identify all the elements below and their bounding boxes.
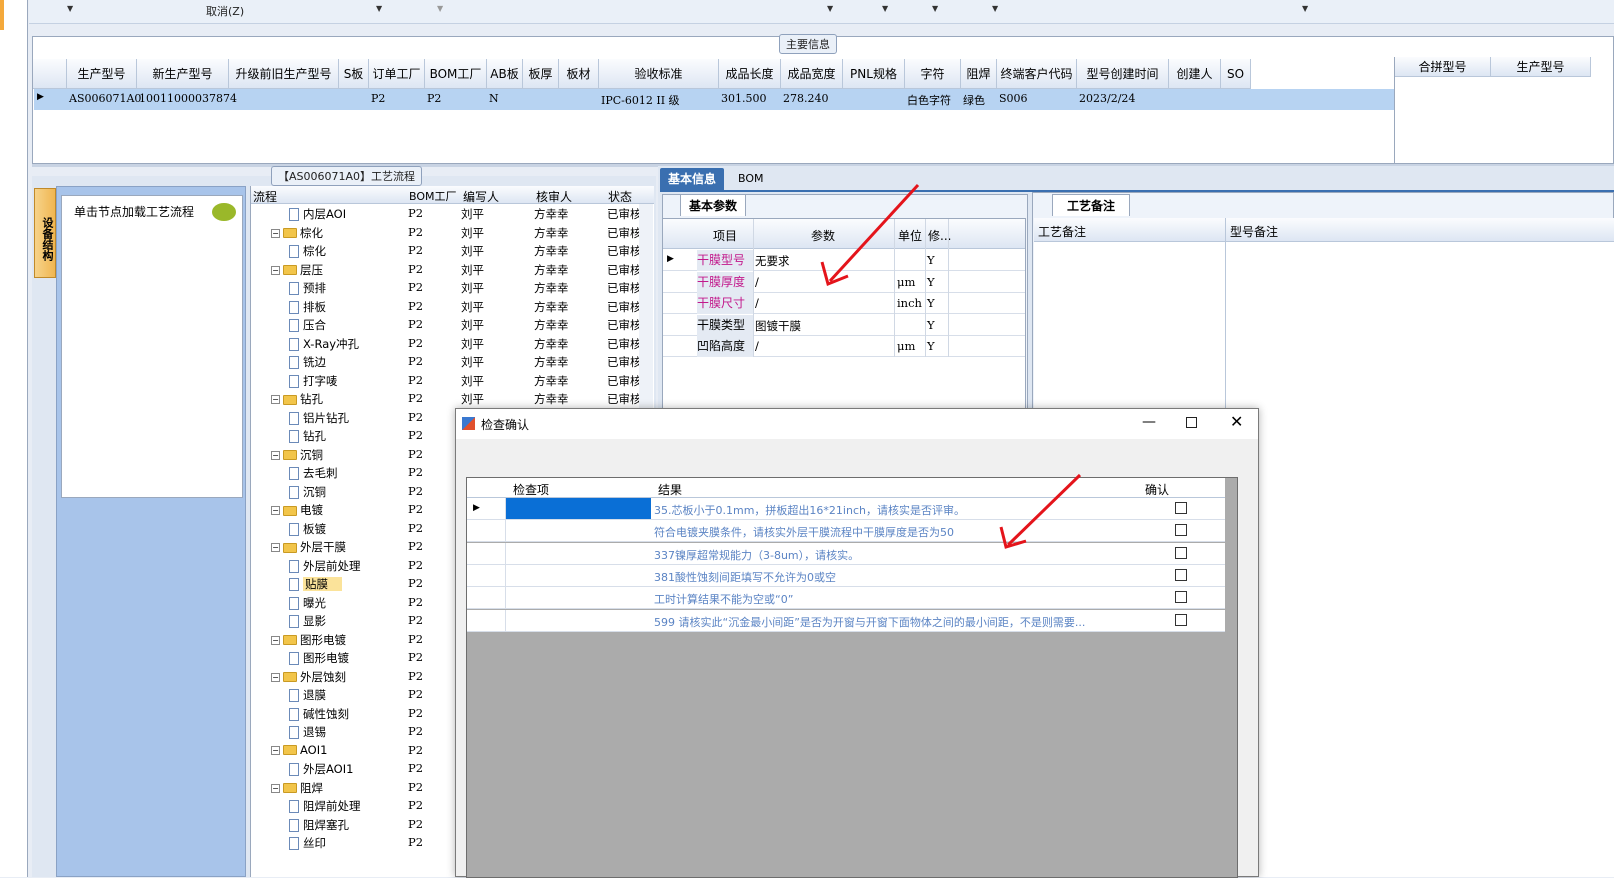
red-arrow — [999, 473, 1082, 549]
annotation-arrows — [820, 183, 1082, 549]
red-arrow — [820, 183, 920, 287]
